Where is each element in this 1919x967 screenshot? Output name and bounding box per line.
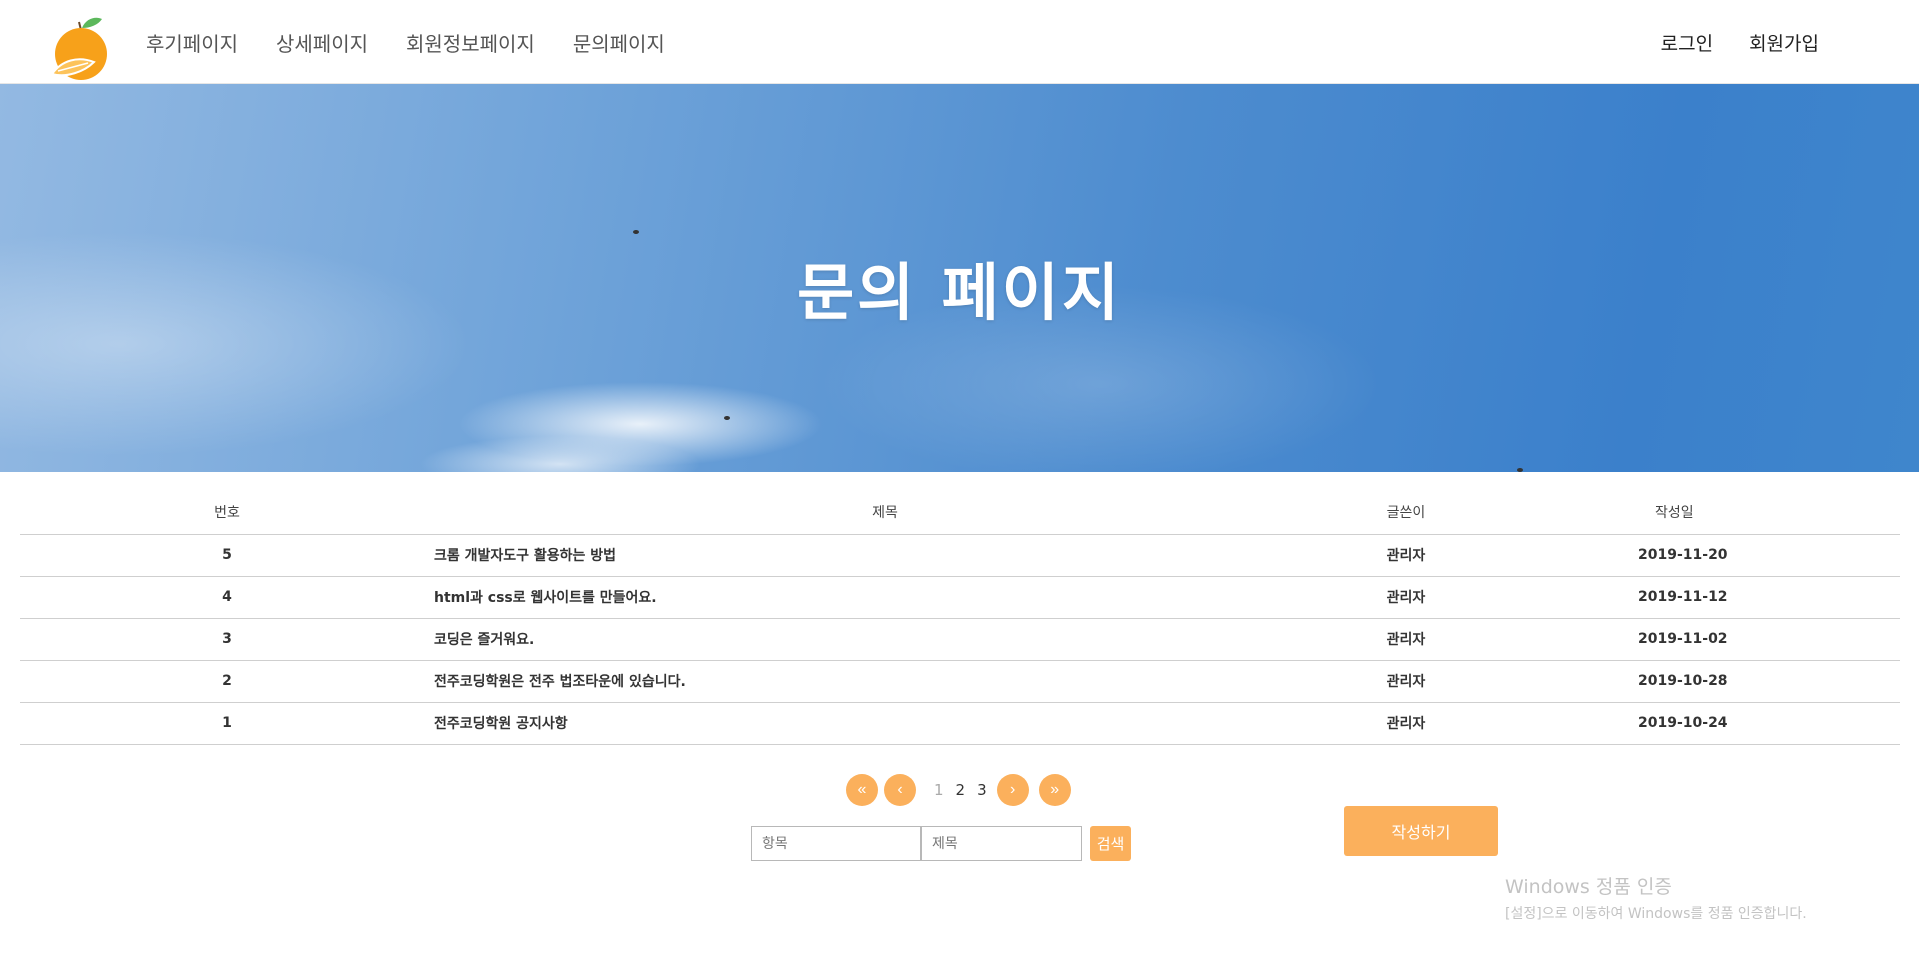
row-writer: 관리자 bbox=[1336, 534, 1476, 577]
next-page-button[interactable]: › bbox=[996, 774, 1029, 806]
search-title-input[interactable] bbox=[921, 826, 1082, 861]
col-title-header: 제목 bbox=[434, 490, 1336, 535]
search-button[interactable]: 검색 bbox=[1090, 826, 1131, 861]
table-row[interactable]: 3 코딩은 즐거워요. 관리자 2019-11-02 bbox=[20, 618, 1900, 661]
page-2-link[interactable]: 2 bbox=[956, 781, 966, 799]
row-title-link[interactable]: 크롬 개발자도구 활용하는 방법 bbox=[434, 534, 1336, 577]
auth-links: 로그인 회원가입 bbox=[1661, 0, 1819, 84]
nav-member-info[interactable]: 회원정보페이지 bbox=[406, 28, 535, 57]
row-writer: 관리자 bbox=[1336, 576, 1476, 619]
row-num: 4 bbox=[20, 576, 434, 619]
row-num: 1 bbox=[20, 702, 434, 745]
write-button[interactable]: 작성하기 bbox=[1344, 806, 1498, 856]
col-date-header: 작성일 bbox=[1476, 490, 1900, 535]
row-num: 5 bbox=[20, 534, 434, 577]
prev-page-button[interactable]: ‹ bbox=[884, 774, 916, 806]
row-date: 2019-11-20 bbox=[1476, 534, 1900, 577]
board-table: 번호 제목 글쓴이 작성일 5 크롬 개발자도구 활용하는 방법 관리자 201… bbox=[20, 490, 1900, 745]
watermark-title: Windows 정품 인증 bbox=[1505, 876, 1672, 898]
nav-inquiry[interactable]: 문의페이지 bbox=[573, 28, 665, 57]
hero-banner: 문의 페이지 bbox=[0, 84, 1919, 472]
search-category-input[interactable] bbox=[751, 826, 921, 861]
main-nav: 후기페이지 상세페이지 회원정보페이지 문의페이지 bbox=[146, 0, 665, 84]
table-row[interactable]: 5 크롬 개발자도구 활용하는 방법 관리자 2019-11-20 bbox=[20, 534, 1900, 577]
col-writer-header: 글쓴이 bbox=[1336, 490, 1476, 535]
page-3-link[interactable]: 3 bbox=[977, 781, 987, 799]
orange-logo-icon[interactable] bbox=[48, 16, 114, 80]
bird-speck bbox=[1517, 468, 1523, 472]
table-row[interactable]: 2 전주코딩학원은 전주 법조타운에 있습니다. 관리자 2019-10-28 bbox=[20, 660, 1900, 703]
signup-link[interactable]: 회원가입 bbox=[1749, 29, 1819, 56]
row-num: 3 bbox=[20, 618, 434, 661]
col-num-header: 번호 bbox=[20, 490, 434, 535]
nav-detail[interactable]: 상세페이지 bbox=[276, 28, 368, 57]
inquiry-board: 번호 제목 글쓴이 작성일 5 크롬 개발자도구 활용하는 방법 관리자 201… bbox=[20, 490, 1900, 745]
row-date: 2019-11-02 bbox=[1476, 618, 1900, 661]
row-title-link[interactable]: 전주코딩학원은 전주 법조타운에 있습니다. bbox=[434, 660, 1336, 703]
row-num: 2 bbox=[20, 660, 434, 703]
nav-review[interactable]: 후기페이지 bbox=[146, 28, 238, 57]
row-date: 2019-10-24 bbox=[1476, 702, 1900, 745]
row-title-link[interactable]: html과 css로 웹사이트를 만들어요. bbox=[434, 576, 1336, 619]
table-header-row: 번호 제목 글쓴이 작성일 bbox=[20, 490, 1900, 535]
login-link[interactable]: 로그인 bbox=[1661, 29, 1713, 56]
windows-activation-watermark: Windows 정품 인증 [설정]으로 이동하여 Windows를 정품 인증… bbox=[1505, 872, 1807, 923]
row-date: 2019-10-28 bbox=[1476, 660, 1900, 703]
pagination: « ‹ 1 2 3 › » bbox=[846, 774, 1071, 806]
page-title: 문의 페이지 bbox=[797, 256, 1122, 329]
watermark-subtitle: [설정]으로 이동하여 Windows를 정품 인증합니다. bbox=[1505, 906, 1807, 922]
row-date: 2019-11-12 bbox=[1476, 576, 1900, 619]
row-writer: 관리자 bbox=[1336, 618, 1476, 661]
first-page-button[interactable]: « bbox=[846, 774, 878, 806]
table-row[interactable]: 1 전주코딩학원 공지사항 관리자 2019-10-24 bbox=[20, 702, 1900, 745]
page-1-link[interactable]: 1 bbox=[934, 781, 944, 799]
row-title-link[interactable]: 코딩은 즐거워요. bbox=[434, 618, 1336, 661]
last-page-button[interactable]: » bbox=[1038, 774, 1071, 806]
top-header: 후기페이지 상세페이지 회원정보페이지 문의페이지 로그인 회원가입 bbox=[0, 0, 1919, 84]
bird-speck bbox=[633, 230, 639, 234]
row-writer: 관리자 bbox=[1336, 660, 1476, 703]
table-row[interactable]: 4 html과 css로 웹사이트를 만들어요. 관리자 2019-11-12 bbox=[20, 576, 1900, 619]
row-title-link[interactable]: 전주코딩학원 공지사항 bbox=[434, 702, 1336, 745]
row-writer: 관리자 bbox=[1336, 702, 1476, 745]
search-bar: 검색 bbox=[751, 826, 1131, 861]
bird-speck bbox=[724, 416, 730, 420]
